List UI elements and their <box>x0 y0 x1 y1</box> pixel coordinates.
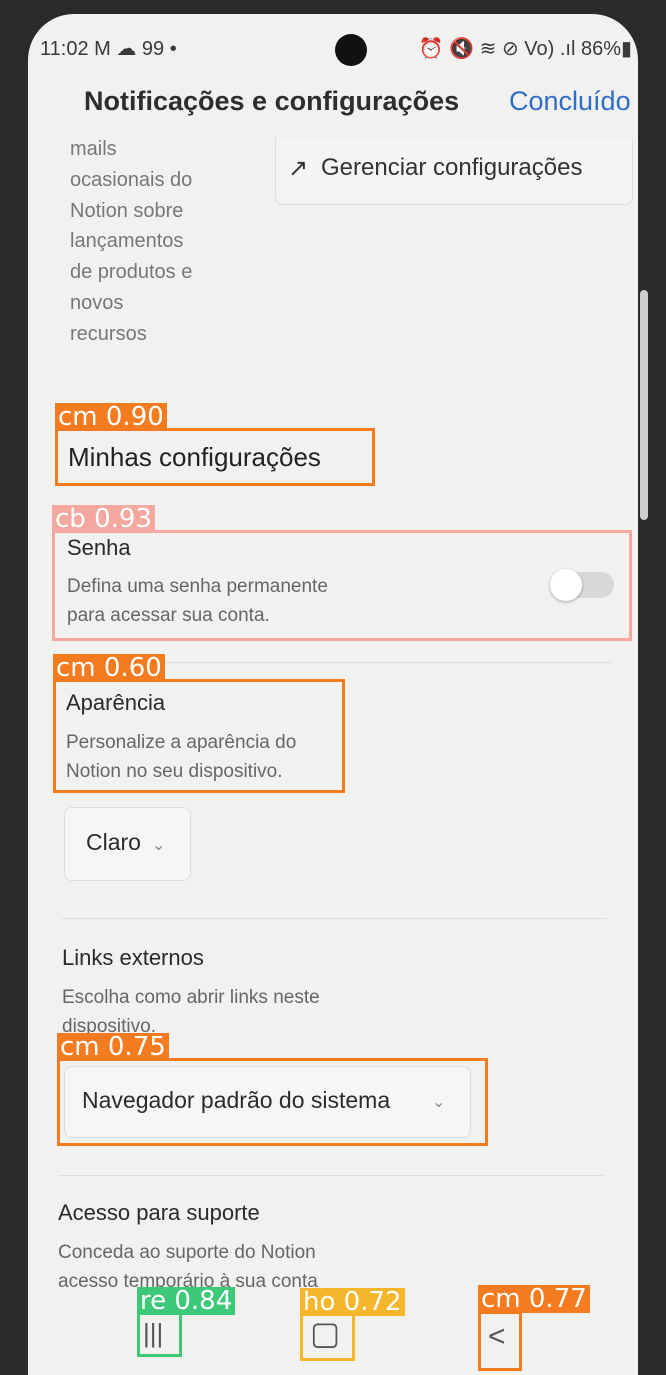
detection-label: re 0.84 <box>137 1287 236 1315</box>
camera-cutout <box>335 34 367 66</box>
detection-label: ho 0.72 <box>300 1288 405 1316</box>
marketing-line: novos <box>70 291 124 314</box>
status-bar-left: 11:02 M ☁ 99 • <box>40 38 177 60</box>
detection-box <box>52 530 632 641</box>
detection-label: cm 0.75 <box>57 1033 169 1061</box>
chevron-down-icon: ⌄ <box>152 837 166 854</box>
status-bar-right: ⏰ 🔇 ≋ ⊘ Vo) .ıl 86%▮ <box>418 38 632 60</box>
marketing-line: Notion sobre <box>70 199 184 222</box>
detection-label: cm 0.60 <box>53 654 165 682</box>
marketing-description: mails ocasionais do Notion sobre lançame… <box>70 134 192 350</box>
support-access-title: Acesso para suporte <box>58 1200 260 1225</box>
detection-label: cb 0.93 <box>52 505 155 533</box>
scrollbar[interactable] <box>640 290 648 520</box>
marketing-line: de produtos e <box>70 261 193 284</box>
page-title: Notificações e configurações <box>84 86 460 116</box>
support-access-desc-line: Conceda ao suporte do Notion <box>58 1242 316 1263</box>
divider <box>62 918 607 919</box>
detection-label: cm 0.90 <box>55 403 167 431</box>
external-links-title: Links externos <box>62 945 204 970</box>
detection-label: cm 0.77 <box>478 1285 590 1313</box>
marketing-line: recursos <box>70 322 147 345</box>
arrow-up-right-icon: ↗ <box>288 155 309 182</box>
marketing-line: mails <box>70 138 117 160</box>
divider <box>58 1175 603 1176</box>
manage-settings-button[interactable]: ↗ Gerenciar configurações <box>275 138 633 205</box>
marketing-line: ocasionais do <box>70 168 193 191</box>
external-links-desc-line: Escolha como abrir links neste <box>62 987 320 1008</box>
marketing-line: lançamentos <box>70 230 184 253</box>
appearance-select-value: Claro <box>86 829 141 855</box>
detection-box <box>478 1311 522 1371</box>
detection-box <box>137 1312 182 1357</box>
detection-box <box>57 1058 488 1146</box>
done-button[interactable]: Concluído <box>509 86 631 117</box>
manage-settings-label: Gerenciar configurações <box>321 154 583 181</box>
detection-box <box>53 679 345 793</box>
appearance-select[interactable]: Claro ⌄ <box>64 807 191 881</box>
detection-box <box>300 1313 355 1361</box>
detection-box <box>55 428 375 486</box>
